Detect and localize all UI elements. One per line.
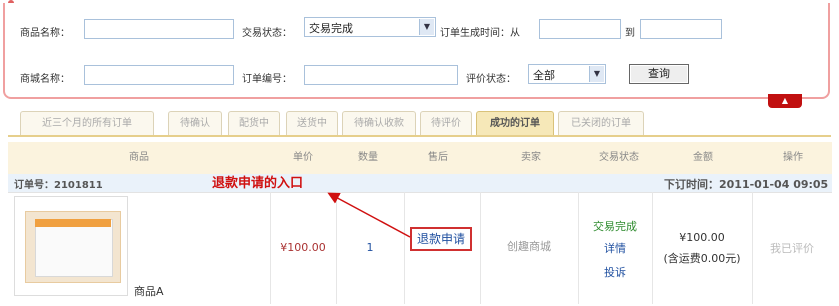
annotation-arrow — [327, 192, 411, 238]
